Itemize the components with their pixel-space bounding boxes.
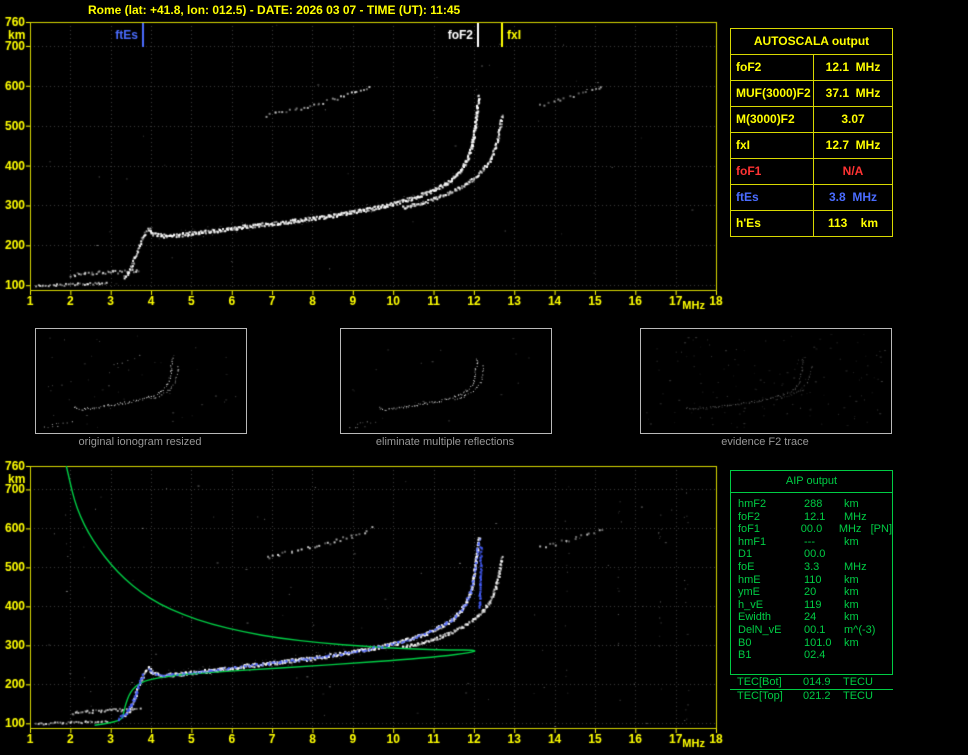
autoscala-table-row: fxI 12.7 MHz <box>731 133 892 159</box>
param-name: D1 <box>738 548 753 561</box>
param-name: TEC[Bot] <box>737 676 782 688</box>
param-name: MUF(3000)F2 <box>731 81 814 106</box>
aip-table-row: foE 3.3 MHz <box>731 561 892 574</box>
param-unit: km <box>844 636 859 649</box>
top-ionogram-canvas <box>0 16 730 316</box>
autoscala-table-row: MUF(3000)F2 37.1 MHz <box>731 81 892 107</box>
param-name: h'Es <box>731 211 814 236</box>
param-name: B1 <box>738 649 752 662</box>
aip-table-row: h_vE 119 km <box>731 599 892 612</box>
param-name: M(3000)F2 <box>731 107 814 132</box>
param-unit: km <box>844 498 859 510</box>
param-unit: km <box>844 611 859 624</box>
aip-table-row: hmF1 --- km <box>731 536 892 549</box>
tec-table-row: TEC[Bot] 014.9 TECU <box>730 677 893 688</box>
param-name: foE <box>738 560 755 573</box>
param-unit <box>844 548 892 561</box>
param-name: hmF2 <box>738 498 767 510</box>
tec-table-row: TEC[Top] 021.2 TECU <box>730 691 893 702</box>
autoscala-table-row: M(3000)F2 3.07 <box>731 107 892 133</box>
thumbnail-evidence-f2-canvas <box>640 328 892 434</box>
param-value: 20 <box>804 586 817 599</box>
param-name: ftEs <box>731 185 814 210</box>
param-unit: m^(-3) <box>844 623 876 636</box>
param-value: 12.1 <box>804 510 826 523</box>
param-value: N/A <box>842 164 864 178</box>
autoscala-table-title: AUTOSCALA output <box>731 29 892 55</box>
aip-table-row: DelN_vE 00.1 m^(-3) <box>731 624 892 637</box>
aip-table-row: hmF2 288 km <box>731 498 892 511</box>
param-value: 110 <box>804 573 822 586</box>
tec-output-rows: TEC[Bot] 014.9 TECU TEC[Top] 021.2 TECU <box>730 677 893 702</box>
param-value: 014.9 <box>803 676 831 688</box>
param-value: 113 km <box>827 216 879 230</box>
thumbnail-eliminate-reflections-canvas <box>340 328 552 434</box>
autoscala-table-row: ftEs 3.8 MHz <box>731 185 892 211</box>
autoscala-table-row: foF1 N/A <box>731 159 892 185</box>
param-name: fxI <box>731 133 814 158</box>
aip-table-row: D1 00.0 <box>731 548 892 561</box>
autoscala-table-row: foF2 12.1 MHz <box>731 55 892 81</box>
param-name: Ewidth <box>738 611 772 624</box>
param-value: 02.4 <box>804 649 826 662</box>
thumb-caption-eliminate: eliminate multiple reflections <box>375 436 515 448</box>
param-value: 3.8 MHz <box>828 190 877 204</box>
param-value: 00.0 <box>800 523 823 536</box>
autoscala-app-window: { "title": "Rome (lat: +41.8, lon: 012.5… <box>0 0 968 755</box>
param-value: 12.7 MHz <box>825 138 881 152</box>
param-name: B0 <box>738 636 752 649</box>
param-value: 12.1 MHz <box>825 60 881 74</box>
param-name: foF1 <box>731 159 814 184</box>
page-title: Rome (lat: +41.8, lon: 012.5) - DATE: 20… <box>88 3 461 17</box>
param-name: foF2 <box>731 55 814 80</box>
aip-table-row: Ewidth 24 km <box>731 611 892 624</box>
param-unit: km <box>844 573 859 586</box>
aip-table-row: B1 02.4 <box>731 649 892 662</box>
param-value: 288 <box>804 498 823 510</box>
param-unit: km <box>844 586 859 599</box>
thumbnail-original-ionogram-canvas <box>35 328 247 434</box>
param-unit <box>844 649 892 662</box>
autoscala-output-table: AUTOSCALA output foF2 12.1 MHz MUF(3000)F2… <box>730 28 893 237</box>
autoscala-table-row: h'Es 113 km <box>731 211 892 236</box>
aip-table-row: B0 101.0 km <box>731 637 892 650</box>
param-value: --- <box>804 535 815 548</box>
aip-table-row: ymE 20 km <box>731 586 892 599</box>
param-name: foF1 <box>738 523 761 536</box>
param-value: 021.2 <box>803 690 831 702</box>
param-unit: MHz [PN] <box>838 523 892 536</box>
param-unit: TECU <box>843 676 873 688</box>
param-name: foF2 <box>738 510 761 523</box>
param-name: TEC[Top] <box>737 690 783 702</box>
thumb-caption-evidence: evidence F2 trace <box>721 436 809 448</box>
param-unit: km <box>844 598 859 611</box>
aip-table-rows: hmF2 288 km foF2 12.1 MHz foF1 00.0 MHz [PN] hmF1… <box>731 498 892 662</box>
param-name: h_vE <box>738 598 764 611</box>
aip-table-row: foF1 00.0 MHz [PN] <box>731 523 892 536</box>
aip-table-title: AIP output <box>731 471 892 493</box>
param-value: 3.3 <box>804 560 820 573</box>
param-unit: MHz <box>844 560 867 573</box>
param-name: DelN_vE <box>738 623 782 636</box>
aip-table-row: hmE 110 km <box>731 574 892 587</box>
param-value: 24 <box>804 611 817 624</box>
param-value: 3.07 <box>841 112 865 126</box>
thumb-caption-original: original ionogram resized <box>78 436 202 448</box>
param-value: 00.0 <box>804 548 826 561</box>
autoscala-table-rows: foF2 12.1 MHz MUF(3000)F2 37.1 MHz M(3000)F2… <box>731 55 892 236</box>
param-value: 119 <box>804 598 822 611</box>
param-unit: MHz <box>844 510 867 523</box>
param-unit: km <box>844 535 859 548</box>
param-name: hmE <box>738 573 761 586</box>
param-value: 00.1 <box>804 623 826 636</box>
param-unit: TECU <box>843 690 873 702</box>
aip-table-row: foF2 12.1 MHz <box>731 511 892 524</box>
aip-output-table: AIP output hmF2 288 km foF2 12.1 MHz foF1 00.0 M… <box>730 470 893 675</box>
param-name: ymE <box>738 586 760 599</box>
param-value: 37.1 MHz <box>825 86 881 100</box>
param-value: 101.0 <box>804 636 832 649</box>
param-name: hmF1 <box>738 535 767 548</box>
bottom-ionogram-canvas <box>0 455 730 755</box>
